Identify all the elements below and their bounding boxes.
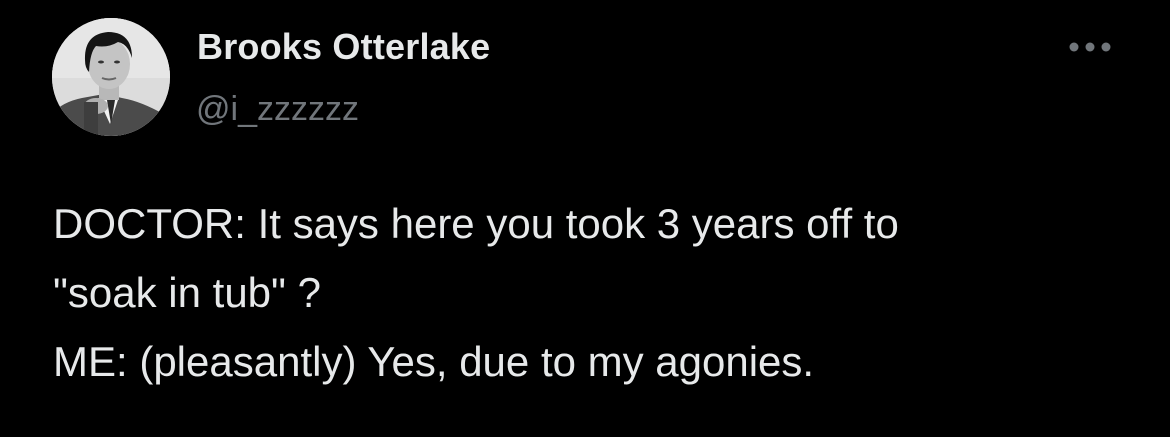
avatar[interactable] <box>52 18 170 136</box>
tweet-text-line: "soak in tub" ? <box>53 269 321 316</box>
tweet: Brooks Otterlake @i_zzzzzz DOCTOR: It sa… <box>0 0 1170 437</box>
author-display-name[interactable]: Brooks Otterlake <box>197 26 490 68</box>
tweet-text-line: ME: (pleasantly) Yes, due to my agonies. <box>53 338 815 385</box>
author-handle[interactable]: @i_zzzzzz <box>196 90 359 129</box>
more-options-icon[interactable] <box>1064 34 1116 60</box>
tweet-text: DOCTOR: It says here you took 3 years of… <box>53 189 1133 396</box>
profile-photo-icon <box>52 18 170 136</box>
tweet-text-line: DOCTOR: It says here you took 3 years of… <box>53 200 899 247</box>
